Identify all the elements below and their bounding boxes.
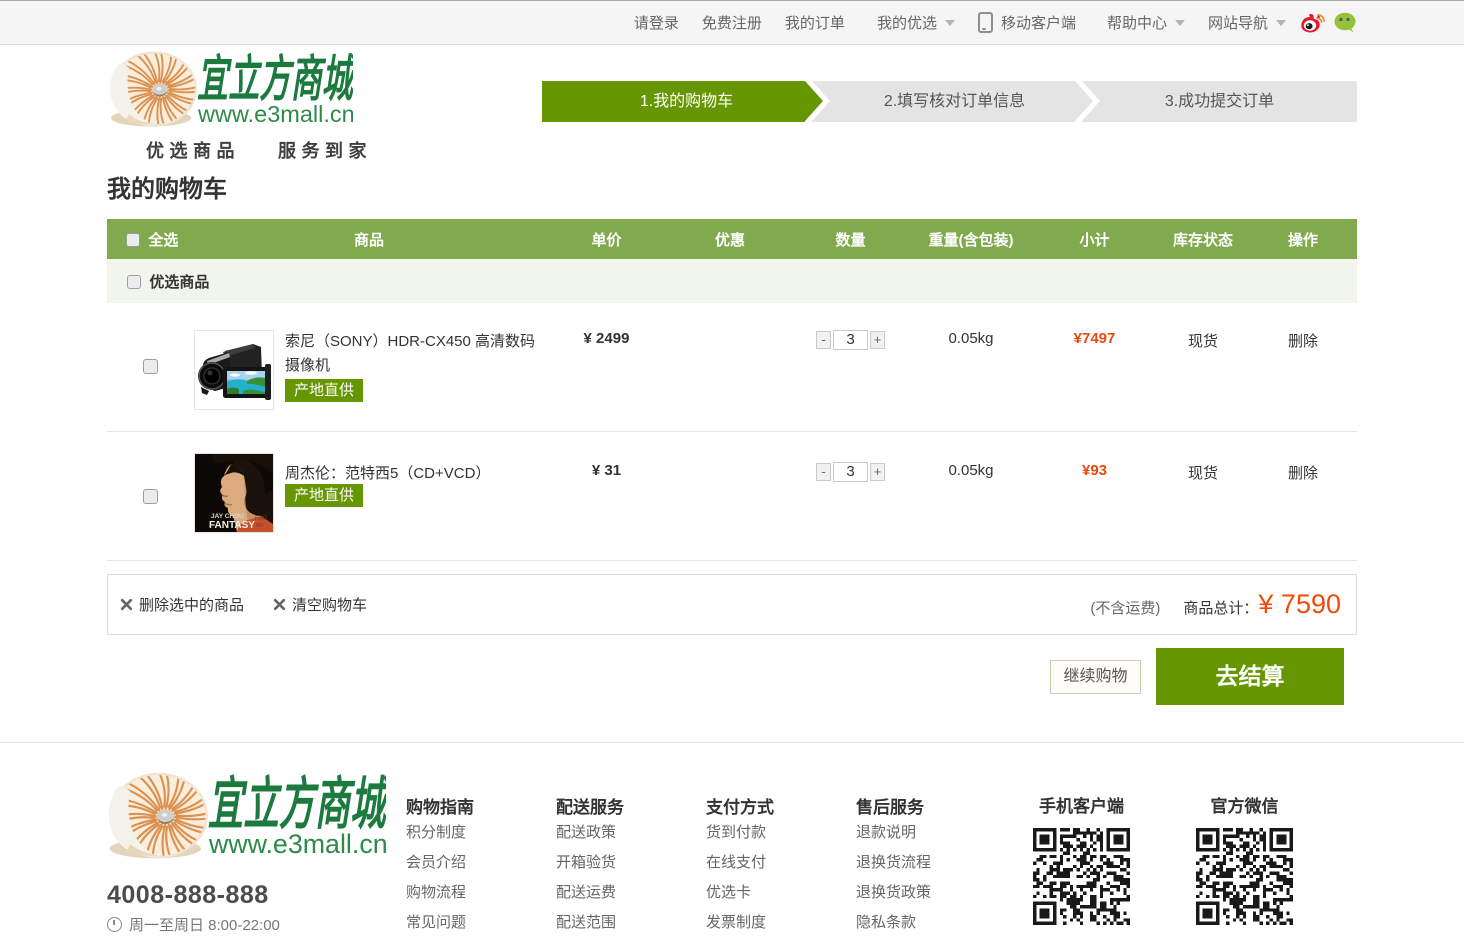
svg-text:FAO: FAO bbox=[255, 516, 267, 522]
svg-text:www.e3mall.cn: www.e3mall.cn bbox=[197, 101, 353, 127]
svg-text:宜立方商城: 宜立方商城 bbox=[197, 51, 353, 107]
svg-text:MV: MV bbox=[256, 523, 264, 529]
svg-text:JAY CHOU: JAY CHOU bbox=[211, 513, 244, 520]
svg-text:宜立方商城: 宜立方商城 bbox=[208, 773, 386, 836]
svg-text:FANTASY: FANTASY bbox=[209, 520, 255, 531]
svg-text:www.e3mall.cn: www.e3mall.cn bbox=[208, 829, 386, 859]
